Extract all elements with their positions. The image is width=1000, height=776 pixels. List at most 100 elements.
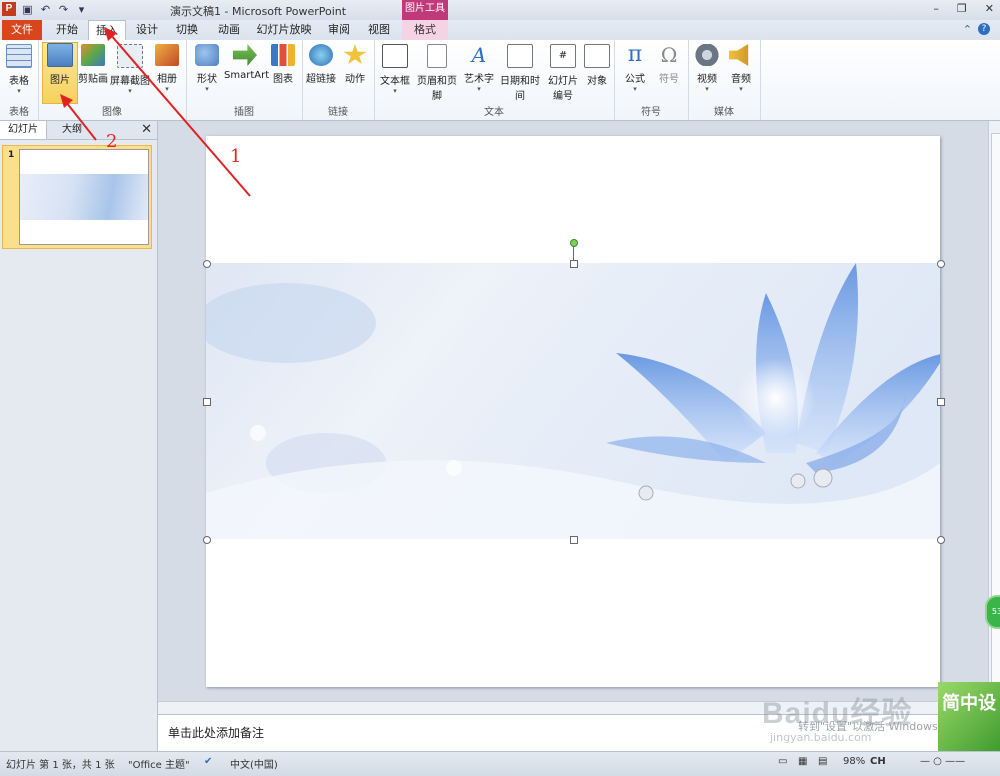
inserted-picture[interactable] — [206, 263, 940, 539]
table-button[interactable]: 表格 ▾ — [2, 44, 36, 95]
group-label-text: 文本 — [484, 107, 504, 118]
status-bar: 幻灯片 第 1 张，共 1 张 "Office 主题" ✔ 中文(中国) ▭ ▦… — [0, 751, 1000, 776]
zoom-slider[interactable]: — ○ —— — [920, 756, 965, 767]
zoom-level[interactable]: 98% — [843, 756, 865, 767]
action-star-icon — [343, 44, 367, 65]
textbox-button[interactable]: 文本框 ▾ — [378, 44, 412, 95]
slide-sorter-icon[interactable]: ▦ — [798, 756, 807, 767]
picture-icon — [47, 43, 73, 67]
tab-view[interactable]: 视图 — [362, 20, 396, 40]
minimize-button[interactable]: – — [933, 2, 939, 15]
group-text: 文本框 ▾ 页眉和页脚 A 艺术字 ▾ 日期和时间 # 幻灯片编号 对象 文本 — [374, 40, 615, 120]
group-links: 超链接 动作 链接 — [302, 40, 375, 120]
tab-insert[interactable]: 插入 — [88, 20, 126, 41]
tab-format[interactable]: 格式 — [402, 20, 448, 40]
tab-home[interactable]: 开始 — [50, 20, 84, 40]
resize-handle-right[interactable] — [937, 398, 945, 406]
tab-slides[interactable]: 幻灯片 — [0, 121, 47, 139]
close-pane-icon[interactable]: ✕ — [141, 122, 152, 137]
ime-indicator[interactable]: CH — [870, 756, 886, 767]
group-media: 视频 ▾ 音频 ▾ 媒体 — [688, 40, 761, 120]
photo-album-button[interactable]: 相册 ▾ — [150, 44, 184, 93]
group-illustrations: 形状 ▾ SmartArt 图表 插图 — [186, 40, 303, 120]
tab-animations[interactable]: 动画 — [210, 20, 248, 40]
ribbon-help: ⌃ ? — [963, 23, 990, 36]
slides-pane-tabs: 幻灯片 大纲 ✕ — [0, 121, 157, 140]
picture-button[interactable]: 图片 — [42, 42, 78, 104]
rotate-handle-stem — [573, 246, 574, 261]
table-icon — [6, 44, 32, 68]
symbol-button[interactable]: Ω 符号 — [652, 44, 686, 85]
close-button[interactable]: ✕ — [985, 2, 994, 15]
tab-file[interactable]: 文件 — [2, 20, 42, 40]
slide-number-button[interactable]: # 幻灯片编号 — [546, 44, 580, 102]
speaker-icon — [729, 44, 749, 66]
annotation-number-1: 1 — [230, 146, 242, 167]
powerpoint-app-icon[interactable]: P — [2, 2, 16, 16]
screenshot-button[interactable]: 屏幕截图 ▾ — [110, 44, 150, 95]
group-symbols: π 公式 ▾ Ω 符号 符号 — [614, 40, 689, 120]
slide-editing-area — [158, 121, 988, 701]
customize-toolbar-icon[interactable]: ▾ — [75, 3, 88, 16]
resize-handle-top-right[interactable] — [937, 260, 945, 268]
theme-status: "Office 主题" — [128, 760, 190, 771]
notes-placeholder: 单击此处添加备注 — [168, 726, 265, 740]
resize-handle-bottom-left[interactable] — [203, 536, 211, 544]
reading-view-icon[interactable]: ▤ — [818, 756, 827, 767]
annotation-number-2: 2 — [106, 131, 118, 152]
smartart-button[interactable]: SmartArt — [224, 44, 269, 81]
header-footer-icon — [427, 44, 447, 68]
redo-icon[interactable]: ↷ — [57, 3, 70, 16]
help-icon[interactable]: ? — [978, 23, 990, 35]
rotate-handle[interactable] — [570, 239, 578, 247]
group-label-tables: 表格 — [9, 107, 29, 118]
tab-slideshow[interactable]: 幻灯片放映 — [252, 20, 316, 40]
group-label-links: 链接 — [328, 107, 348, 118]
window-controls: – ❐ ✕ — [933, 2, 994, 15]
shapes-button[interactable]: 形状 ▾ — [190, 44, 224, 93]
normal-view-icon[interactable]: ▭ — [778, 756, 787, 767]
resize-handle-top-left[interactable] — [203, 260, 211, 268]
header-footer-button[interactable]: 页眉和页脚 — [414, 44, 460, 102]
save-icon[interactable]: ▣ — [21, 3, 34, 16]
resize-handle-top[interactable] — [570, 260, 578, 268]
clipart-button[interactable]: 剪贴画 — [76, 44, 110, 85]
resize-handle-bottom[interactable] — [570, 536, 578, 544]
minimize-ribbon-icon[interactable]: ⌃ — [963, 23, 972, 36]
undo-icon[interactable]: ↶ — [39, 3, 52, 16]
slide-canvas[interactable] — [203, 136, 945, 687]
omega-icon: Ω — [660, 43, 678, 67]
tab-design[interactable]: 设计 — [130, 20, 164, 40]
date-time-button[interactable]: 日期和时间 — [496, 44, 544, 102]
audio-button[interactable]: 音频 ▾ — [724, 44, 758, 93]
resize-handle-bottom-right[interactable] — [937, 536, 945, 544]
group-label-illustrations: 插图 — [234, 107, 254, 118]
slide-thumbnail-selected[interactable]: 1 — [2, 145, 152, 249]
chart-button[interactable]: 图表 — [266, 44, 300, 85]
equation-button[interactable]: π 公式 ▾ — [618, 44, 652, 94]
language-status[interactable]: 中文(中国) — [230, 756, 278, 771]
baidu-watermark: Baidu经验 — [762, 697, 913, 730]
tab-transitions[interactable]: 切换 — [170, 20, 204, 40]
tab-outline[interactable]: 大纲 — [54, 121, 90, 139]
resize-handle-left[interactable] — [203, 398, 211, 406]
wordart-button[interactable]: A 艺术字 ▾ — [462, 44, 496, 93]
restore-button[interactable]: ❐ — [957, 2, 967, 15]
video-button[interactable]: 视频 ▾ — [690, 44, 724, 93]
clipart-icon — [81, 44, 105, 66]
action-button[interactable]: 动作 — [338, 44, 372, 85]
group-label-media: 媒体 — [714, 107, 734, 118]
floating-badge[interactable]: 53 — [985, 595, 1000, 629]
tab-review[interactable]: 审阅 — [322, 20, 356, 40]
calendar-icon — [507, 44, 533, 68]
textbox-icon — [382, 44, 408, 68]
shapes-icon — [195, 44, 219, 66]
slide-thumbnail-number: 1 — [8, 150, 15, 160]
title-bar: P ▣ ↶ ↷ ▾ 演示文稿1 - Microsoft PowerPoint 图… — [0, 0, 1000, 20]
group-tables: 表格 ▾ 表格 — [0, 40, 39, 120]
object-button[interactable]: 对象 — [580, 44, 614, 87]
slide-thumbnail[interactable] — [19, 149, 149, 245]
picture-tools-context-label: 图片工具 — [402, 0, 448, 20]
spellcheck-icon[interactable]: ✔ — [204, 756, 212, 767]
hyperlink-button[interactable]: 超链接 — [304, 44, 338, 85]
